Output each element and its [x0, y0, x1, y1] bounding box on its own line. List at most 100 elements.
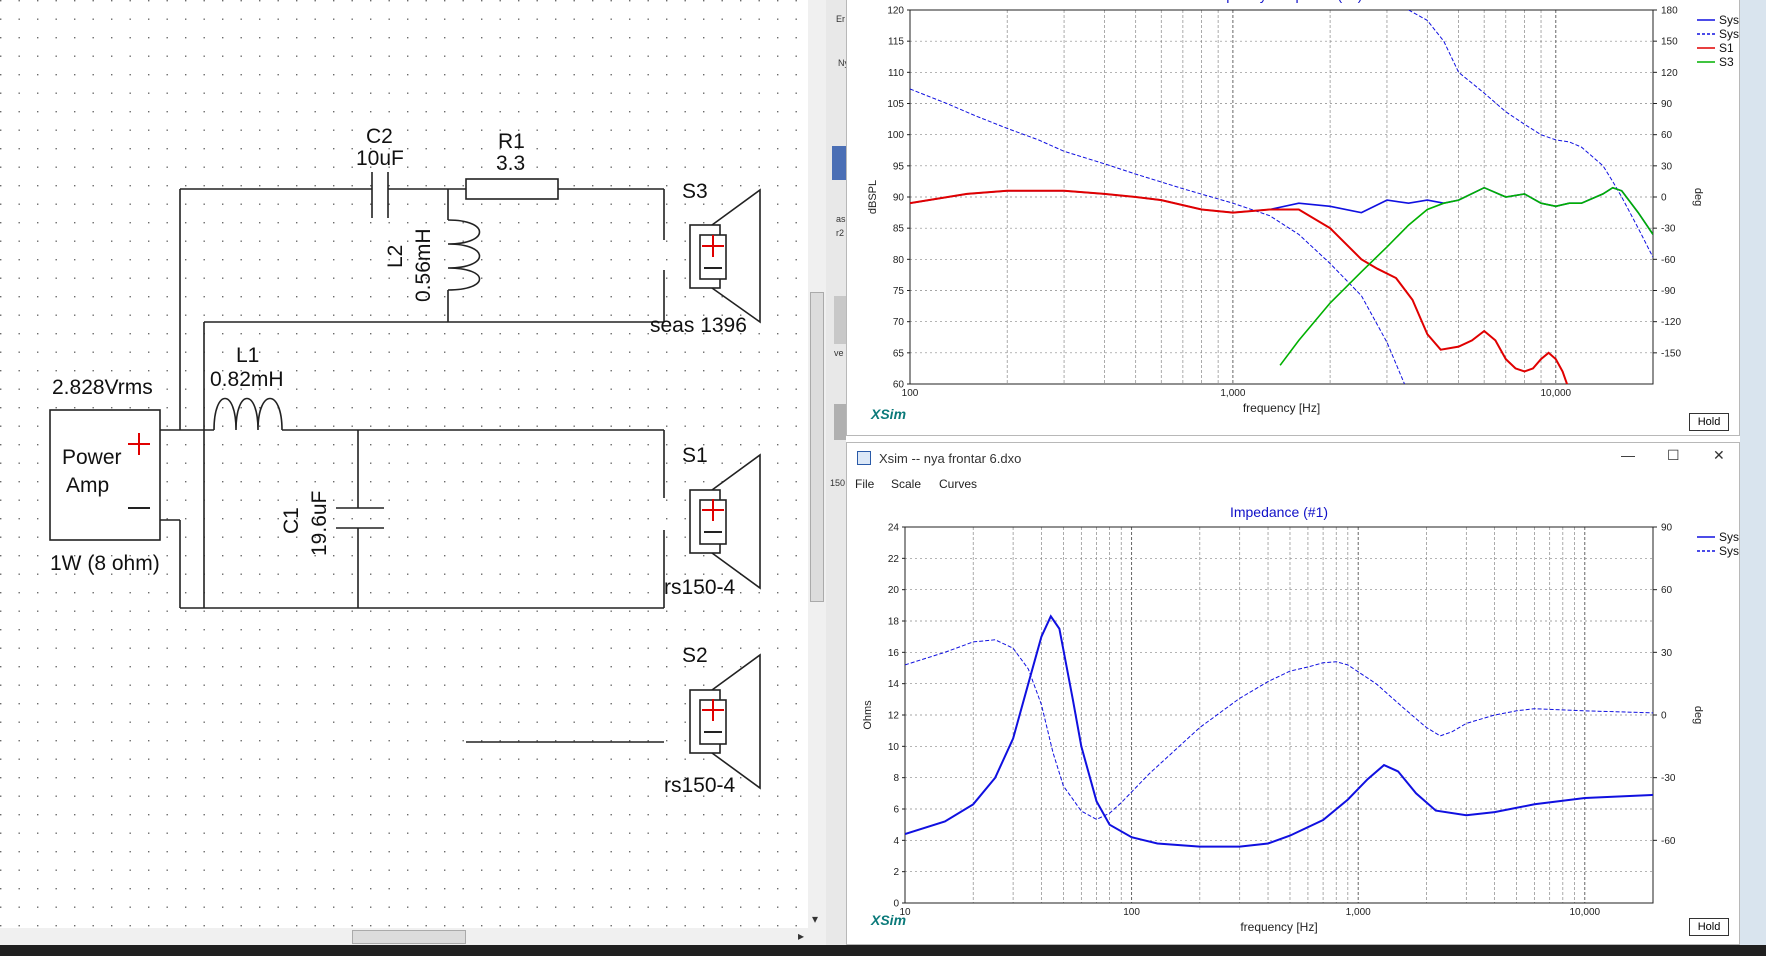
c1-y-tick-label: 24	[888, 523, 900, 534]
c0-y2-tick-label: 120	[1661, 68, 1678, 79]
vertical-scroll-thumb[interactable]	[810, 292, 824, 602]
c0-y2-tick-label: 0	[1661, 193, 1667, 204]
c1-y-tick-label: 4	[893, 836, 899, 847]
c0-y2-tick-label: 60	[1661, 130, 1673, 141]
c0-y-tick-label: 80	[893, 255, 905, 266]
peek-image-3	[834, 404, 846, 440]
desktop-background	[1740, 0, 1766, 956]
c1-series-line-sys	[905, 614, 1653, 848]
c2-value-label: 10uF	[356, 147, 404, 170]
c1-y-tick-label: 2	[893, 867, 899, 878]
c0-x-tick-label: 10,000	[1541, 388, 1572, 399]
frequency-response-window[interactable]: 60 65 70 75 80 85 90 95 100 105 110 115 120 -150 -120 -…	[846, 0, 1740, 436]
c1-legend-label: Sys°	[1719, 544, 1739, 558]
c0-y-tick-label: 105	[887, 99, 904, 110]
s1-name-label: S1	[682, 444, 708, 467]
amp-power-label: 1W (8 ohm)	[50, 552, 160, 575]
c0-y-tick-label: 95	[893, 161, 905, 172]
c0-x-tick-label: 1,000	[1220, 388, 1245, 399]
c0-legend-label: S1	[1719, 41, 1734, 55]
c0-y-tick-label: 110	[888, 68, 904, 79]
hold-button[interactable]: Hold	[1689, 413, 1729, 431]
hold-button-2[interactable]: Hold	[1689, 918, 1729, 936]
c0-y2-tick-label: -120	[1661, 317, 1681, 328]
c1-y-tick-label: 20	[888, 585, 900, 596]
c1-x-tick-label: 1,000	[1346, 907, 1371, 918]
c1-y2-axis-label: deg	[1692, 706, 1704, 724]
impedance-chart[interactable]: 024681012141618202224-60-30030609010 100 1…	[847, 443, 1739, 943]
amp-label-line2: Amp	[66, 474, 109, 497]
c1-x-tick-label: 100	[1123, 907, 1140, 918]
amp-label-line1: Power	[62, 446, 122, 469]
peek-text-5: ve	[834, 348, 844, 358]
c0-x-tick-label: 100	[902, 388, 919, 399]
r1-value-label: 3.3	[496, 152, 525, 175]
c0-y2-tick-label: -150	[1661, 348, 1681, 359]
c0-y2-tick-label: -90	[1661, 286, 1676, 297]
c1-chart-title: Impedance (#1)	[1230, 504, 1328, 520]
c1-name-label: C1	[280, 507, 303, 534]
c1-x-tick-label: 10,000	[1569, 907, 1600, 918]
c0-legend-label: Sys	[1719, 13, 1739, 27]
peek-text-4: r2	[836, 228, 845, 238]
c1-y-tick-label: 16	[888, 648, 900, 659]
c1-y-tick-label: 10	[888, 742, 900, 753]
c1-value-label: 19.6uF	[308, 491, 331, 556]
peek-text-3: as	[836, 214, 846, 224]
c0-y2-tick-label: -60	[1661, 255, 1676, 266]
xsim-brand-label-2: XSim	[871, 912, 907, 928]
c0-y-tick-label: 120	[887, 6, 904, 17]
c0-y2-tick-label: 150	[1661, 37, 1678, 48]
l2-value-label: 0.56mH	[412, 228, 435, 302]
c1-y2-tick-label: 60	[1661, 585, 1673, 596]
scroll-down-arrow[interactable]: ▾	[812, 912, 818, 926]
c0-y-tick-label: 65	[893, 348, 905, 359]
c0-x-axis-label: frequency [Hz]	[1243, 401, 1320, 415]
c0-y-axis-label: dBSPL	[867, 180, 879, 214]
frequency-response-chart[interactable]: 60 65 70 75 80 85 90 95 100 105 110 115 120 -150 -120 -…	[847, 0, 1739, 436]
c0-y2-tick-label: 90	[1661, 99, 1673, 110]
c1-x-axis-label: frequency [Hz]	[1240, 920, 1317, 934]
c0-legend-label: S3	[1719, 55, 1734, 69]
c0-y2-axis-label: deg	[1692, 188, 1704, 206]
xsim-brand-label: XSim	[871, 406, 907, 422]
peek-image-1	[832, 146, 846, 180]
c0-y-tick-label: 90	[893, 193, 905, 204]
impedance-window[interactable]: Xsim -- nya frontar 6.dxo — ☐ ✕ File Sca…	[846, 442, 1740, 945]
c0-series-line-sys	[910, 186, 1653, 235]
c0-y-tick-label: 70	[893, 317, 905, 328]
taskbar-edge	[0, 945, 1766, 956]
horizontal-scroll-thumb[interactable]	[352, 930, 466, 944]
c1-y-tick-label: 12	[888, 711, 900, 722]
peek-image-2	[834, 296, 846, 344]
s1-model-label: rs150-4	[664, 576, 736, 599]
s3-model-label: seas 1396	[650, 314, 747, 337]
background-window-strip: Er Ny as r2 ve 150	[826, 0, 849, 956]
resistor-r1[interactable]	[465, 178, 559, 200]
l1-value-label: 0.82mH	[210, 368, 284, 391]
schematic-canvas[interactable]: C2 10uF R1 3.3 L2 0.56mH L1 0.82mH C1 19…	[0, 0, 826, 956]
c1-legend-label: Sys	[1719, 530, 1739, 544]
c0-series-line-sys-phase	[1408, 10, 1653, 258]
c1-y2-tick-label: 30	[1661, 648, 1673, 659]
s2-model-label: rs150-4	[664, 774, 736, 797]
peek-text-1: Er	[836, 14, 845, 24]
c1-y-tick-label: 6	[893, 805, 899, 816]
s3-name-label: S3	[682, 180, 708, 203]
c0-y-tick-label: 115	[888, 37, 904, 48]
c0-y-tick-label: 75	[893, 286, 905, 297]
c0-y2-tick-label: -30	[1661, 224, 1676, 235]
c2-name-label: C2	[366, 125, 393, 148]
c1-y-tick-label: 22	[888, 554, 900, 565]
c1-y-axis-label: Ohms	[862, 700, 874, 730]
s2-name-label: S2	[682, 644, 708, 667]
scroll-right-arrow[interactable]: ▸	[798, 929, 804, 943]
c1-y-tick-label: 18	[888, 617, 900, 628]
c1-y2-tick-label: -30	[1661, 773, 1676, 784]
c1-y2-tick-label: 90	[1661, 523, 1673, 534]
c1-y-tick-label: 14	[888, 679, 900, 690]
c1-y-tick-label: 8	[893, 773, 899, 784]
peek-text-6: 150	[830, 478, 846, 488]
c0-y2-tick-label: 180	[1661, 6, 1678, 17]
c0-y-tick-label: 85	[893, 224, 905, 235]
